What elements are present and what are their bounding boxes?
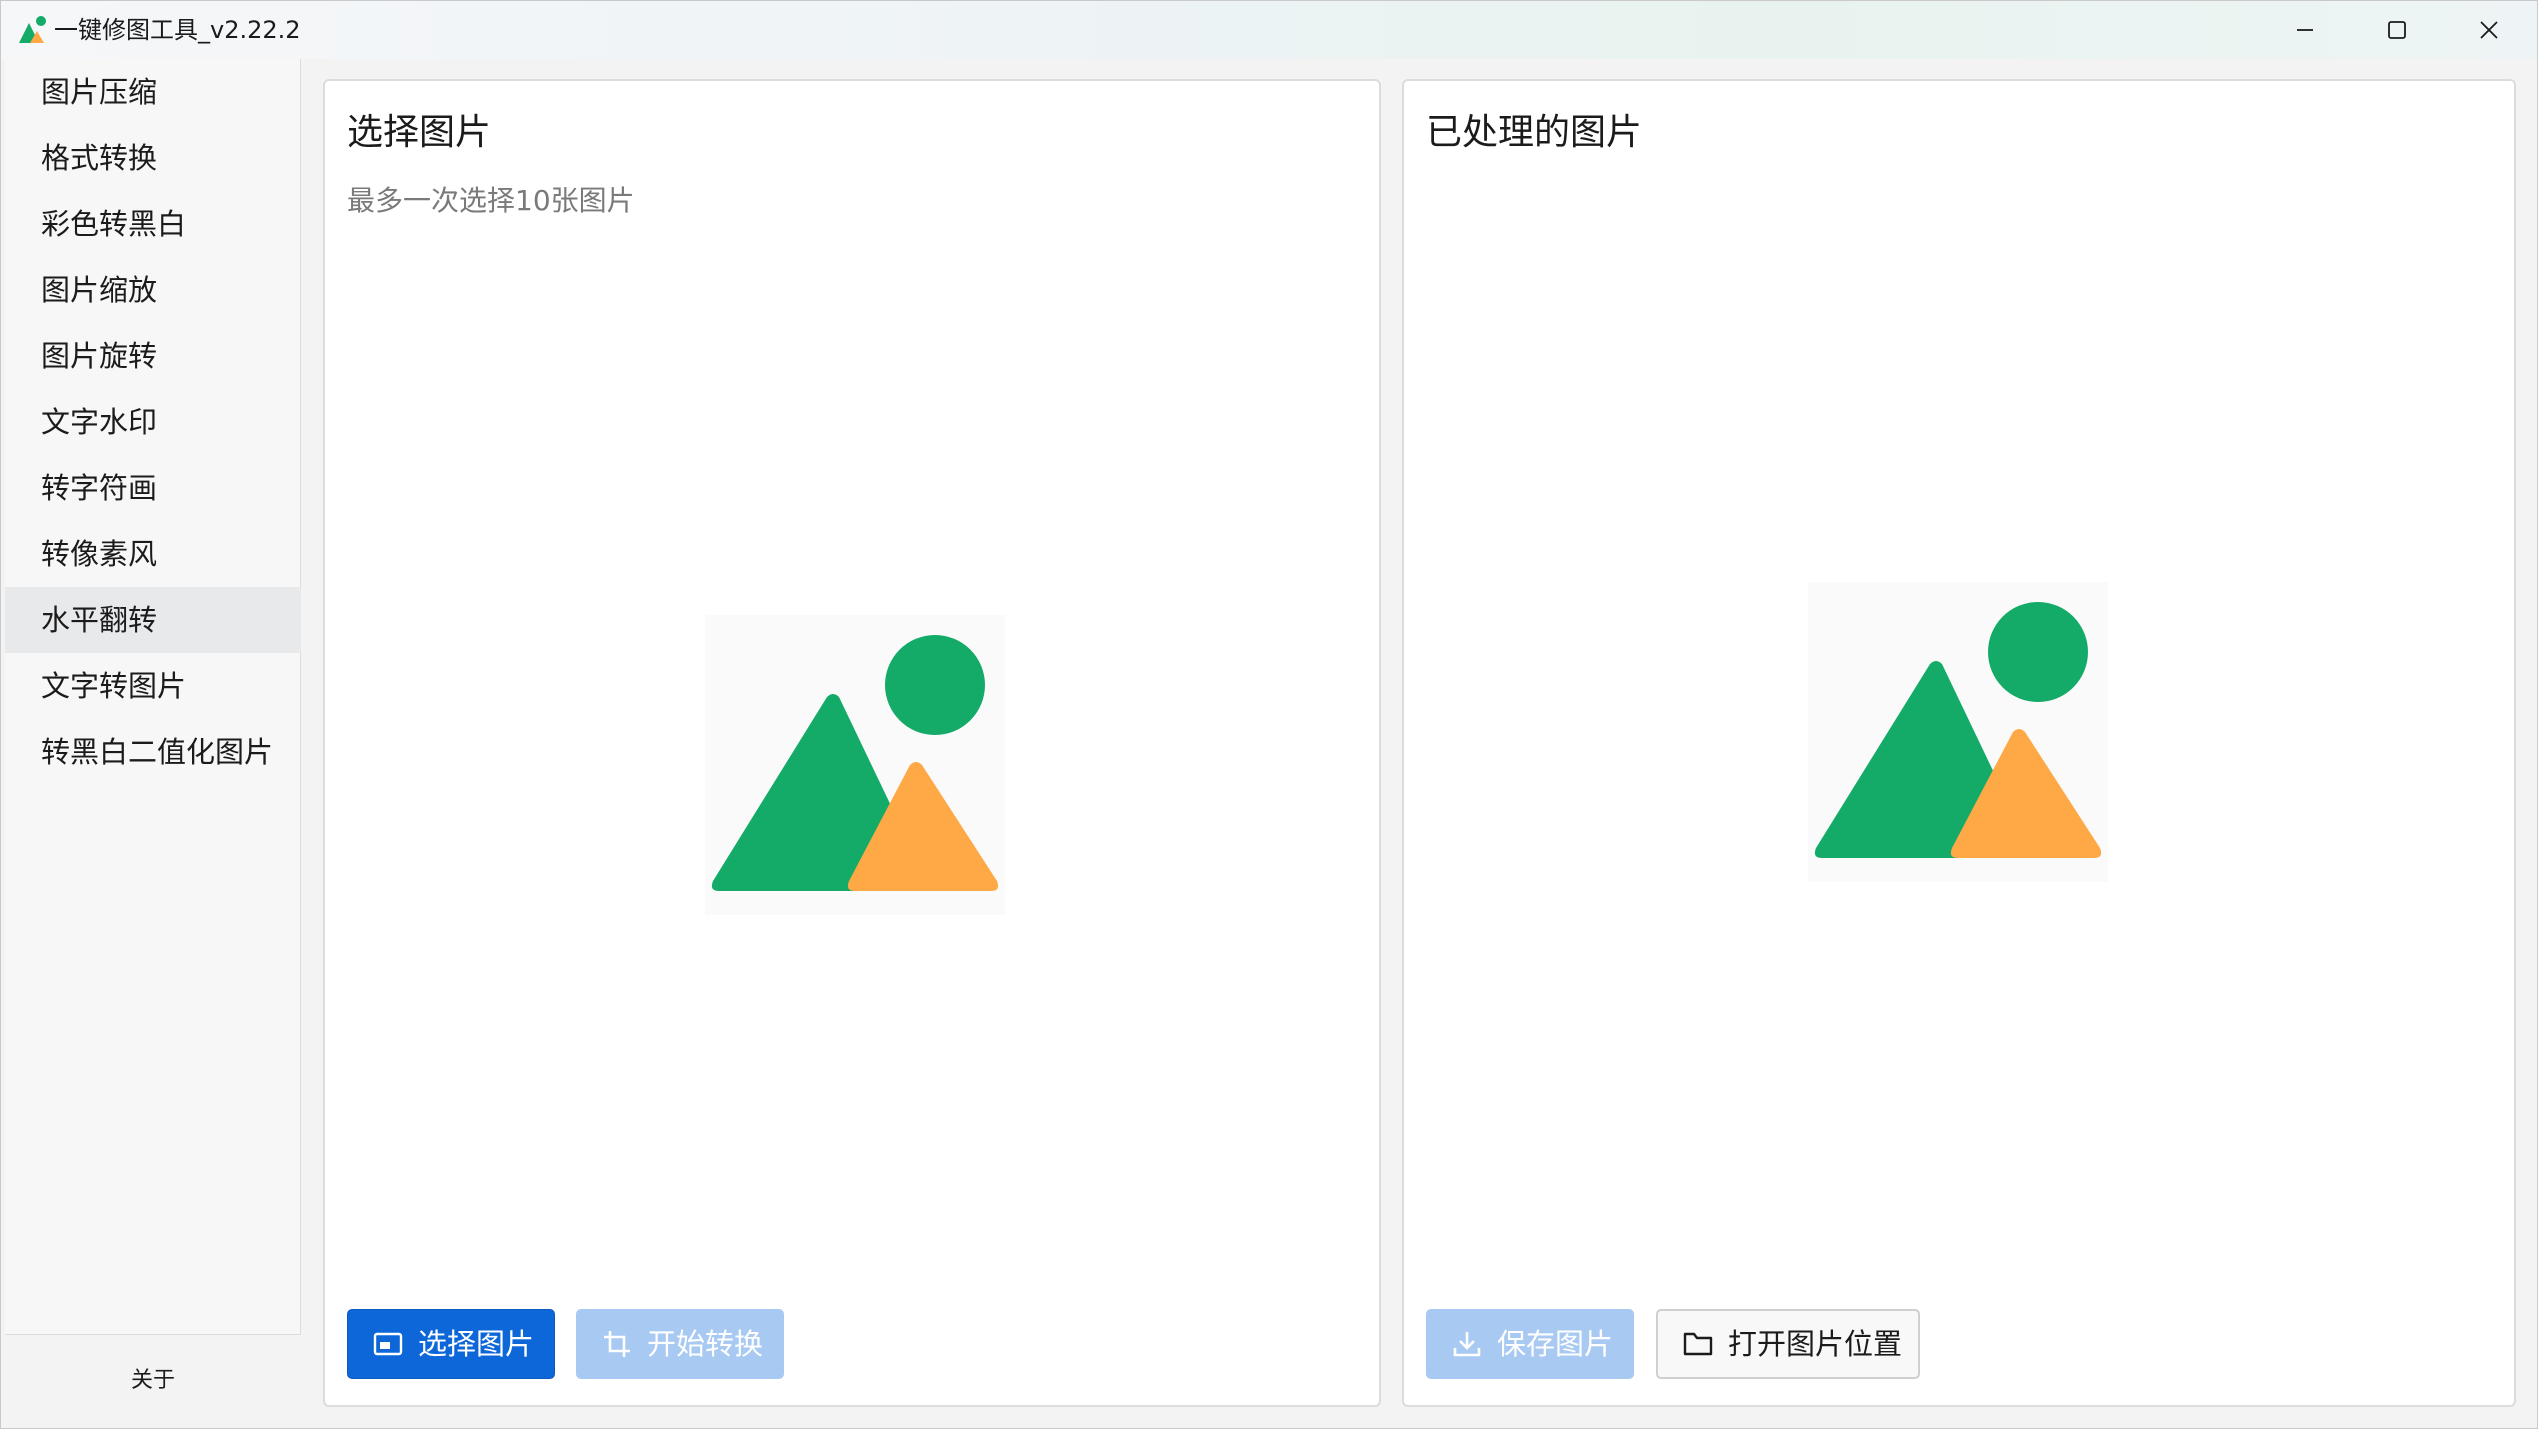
picture-in-picture-icon (373, 1332, 403, 1356)
maximize-icon (2388, 21, 2406, 39)
sidebar-item-image-compress[interactable]: 图片压缩 (5, 59, 301, 125)
window-title: 一键修图工具_v2.22.2 (54, 16, 301, 44)
minimize-button[interactable] (2259, 1, 2351, 59)
start-convert-button[interactable]: 开始转换 (576, 1309, 784, 1379)
open-image-location-label: 打开图片位置 (1728, 1327, 1903, 1361)
panel-title: 已处理的图片 (1426, 112, 1643, 153)
sidebar-item-ascii-art[interactable]: 转字符画 (5, 455, 301, 521)
sidebar-item-pixel-style[interactable]: 转像素风 (5, 521, 301, 587)
select-image-button[interactable]: 选择图片 (347, 1309, 555, 1379)
open-image-location-button[interactable]: 打开图片位置 (1656, 1309, 1920, 1379)
sidebar-item-binarize[interactable]: 转黑白二值化图片 (5, 719, 301, 785)
processed-image-panel: 已处理的图片 保存图片 打开图片位置 (1402, 79, 2516, 1407)
image-placeholder-icon (705, 615, 1005, 915)
sidebar-nav: 图片压缩 格式转换 彩色转黑白 图片缩放 图片旋转 文字水印 转字符画 转像素风… (5, 59, 301, 1335)
close-icon (2480, 21, 2498, 39)
save-image-button[interactable]: 保存图片 (1426, 1309, 1634, 1379)
sidebar-item-text-watermark[interactable]: 文字水印 (5, 389, 301, 455)
close-button[interactable] (2443, 1, 2535, 59)
crop-icon (604, 1331, 630, 1357)
folder-icon (1683, 1332, 1713, 1356)
select-image-panel: 选择图片 最多一次选择10张图片 选择图片 开始转换 (323, 79, 1381, 1407)
download-icon (1453, 1332, 1481, 1357)
minimize-icon (2297, 29, 2313, 31)
sidebar-item-color-to-grayscale[interactable]: 彩色转黑白 (5, 191, 301, 257)
panel-subtitle: 最多一次选择10张图片 (347, 184, 635, 217)
start-convert-label: 开始转换 (647, 1327, 764, 1361)
sidebar-item-image-rotate[interactable]: 图片旋转 (5, 323, 301, 389)
about-link[interactable]: 关于 (5, 1351, 301, 1411)
maximize-button[interactable] (2351, 1, 2443, 59)
title-bar[interactable]: 一键修图工具_v2.22.2 (1, 1, 2537, 59)
image-placeholder-icon (1808, 582, 2108, 882)
sidebar-item-text-to-image[interactable]: 文字转图片 (5, 653, 301, 719)
select-image-label: 选择图片 (418, 1327, 535, 1361)
panel-title: 选择图片 (347, 112, 492, 153)
app-logo-icon (19, 16, 46, 43)
save-image-label: 保存图片 (1497, 1327, 1614, 1361)
sidebar-item-format-convert[interactable]: 格式转换 (5, 125, 301, 191)
sidebar-item-image-resize[interactable]: 图片缩放 (5, 257, 301, 323)
sidebar-item-horizontal-flip[interactable]: 水平翻转 (5, 587, 301, 653)
app-window: 一键修图工具_v2.22.2 图片压缩 格式转换 彩色转黑白 图片缩放 图片旋转… (0, 0, 2538, 1429)
